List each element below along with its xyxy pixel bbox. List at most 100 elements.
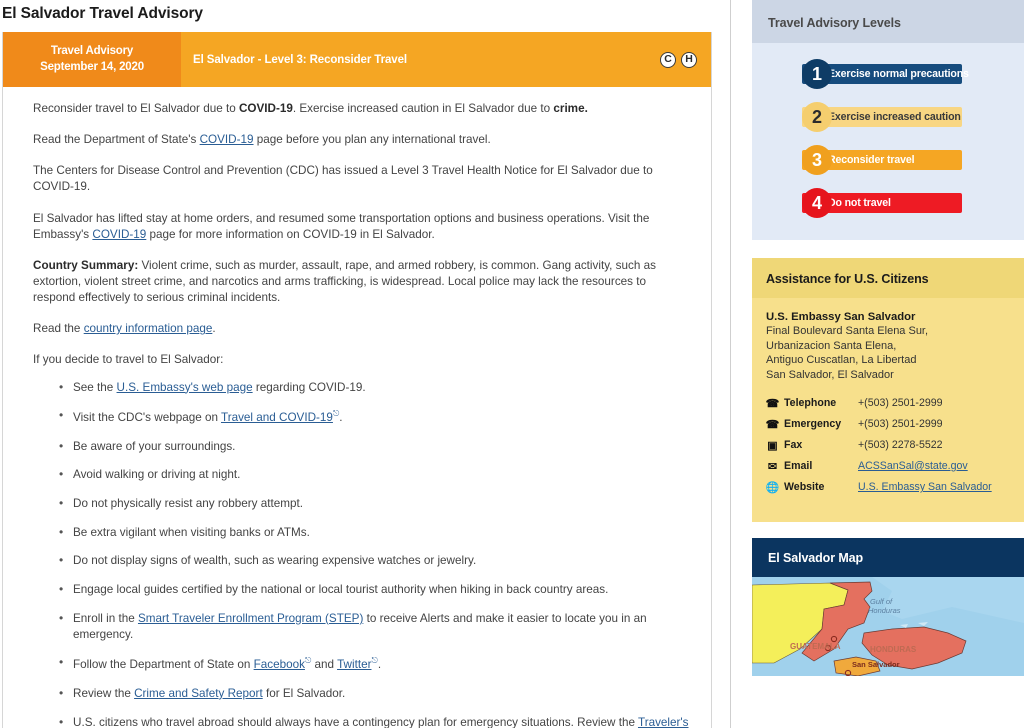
contact-value: +(503) 2501-2999 — [858, 397, 943, 409]
p6-text-b: . — [212, 322, 216, 336]
list-item: Be aware of your surroundings. — [59, 438, 689, 455]
travel-advisory-page: El Salvador Travel Advisory Travel Advis… — [0, 0, 1024, 728]
advisory-banner-title: El Salvador - Level 3: Reconsider Travel — [193, 53, 407, 66]
level-badge-4: 4 — [802, 188, 832, 218]
svg-text:Honduras: Honduras — [868, 606, 901, 615]
list-item: Enroll in the Smart Traveler Enrollment … — [59, 610, 689, 643]
map-heading: El Salvador Map — [752, 537, 1024, 577]
contact-label: ☎ Emergency — [766, 418, 858, 431]
bullet-post: for El Salvador. — [262, 686, 346, 700]
link-covid19-embassy[interactable]: COVID-19 — [92, 228, 146, 241]
level-badge-2: 2 — [802, 102, 832, 132]
list-item: See the U.S. Embassy's web page regardin… — [59, 379, 689, 396]
link-embassy-website[interactable]: U.S. Embassy San Salvador — [858, 481, 992, 493]
contact-label: ☎ Telephone — [766, 397, 858, 410]
paragraph-country-summary: Country Summary: Violent crime, such as … — [33, 258, 689, 306]
map-graphic: Gulf of Honduras GUATEMALA HONDURAS San … — [752, 576, 1024, 676]
link-us-embassy-web-page[interactable]: U.S. Embassy's web page — [117, 381, 253, 394]
paragraph-summary-line: Reconsider travel to El Salvador due to … — [33, 101, 689, 117]
bullet-post: regarding COVID-19. — [252, 380, 366, 394]
link-embassy-email[interactable]: ACSSanSal@state.gov — [858, 460, 968, 472]
p1-covid-bold: COVID-19 — [238, 102, 293, 115]
bullet-pre: Enroll in the — [73, 611, 138, 625]
map-label-gulf: Gulf of — [870, 597, 893, 606]
level-label-2: Exercise increased caution — [828, 111, 961, 123]
advisory-kicker: Travel Advisory — [50, 44, 134, 57]
bullet-pre: Visit the CDC's webpage on — [73, 411, 221, 425]
list-item: Follow the Department of State on Facebo… — [59, 654, 689, 673]
level-row-1[interactable]: Exercise normal precautions 1 — [766, 59, 1010, 89]
list-item: U.S. citizens who travel abroad should a… — [59, 714, 689, 728]
map-label-capital: San Salvador — [852, 660, 900, 669]
level-row-3[interactable]: Reconsider travel 3 — [766, 145, 1010, 175]
p1-text-a: Reconsider travel to El Salvador due to — [33, 102, 239, 115]
list-item: Visit the CDC's webpage on Travel and CO… — [59, 407, 689, 426]
paragraph-country-info: Read the country information page. — [33, 321, 689, 337]
map-label-guatemala: GUATEMALA — [790, 642, 841, 651]
travel-advisory-levels-card: Travel Advisory Levels Exercise normal p… — [752, 0, 1024, 240]
contact-label-text: Website — [784, 481, 825, 493]
embassy-name: U.S. Embassy San Salvador — [766, 311, 916, 323]
link-country-information-page[interactable]: country information page — [84, 322, 213, 335]
map-card: El Salvador Map Gulf of Honduras GUATEMA… — [752, 537, 1024, 676]
list-item: Do not display signs of wealth, such as … — [59, 552, 689, 569]
levels-heading: Travel Advisory Levels — [752, 0, 1024, 43]
advisory-bullet-list: See the U.S. Embassy's web page regardin… — [33, 379, 689, 728]
map-image[interactable]: Gulf of Honduras GUATEMALA HONDURAS San … — [752, 576, 1024, 676]
p1-text-c: . Exercise increased caution in El Salva… — [292, 102, 554, 115]
p4-text-b: page for more information on COVID-19 in… — [146, 227, 435, 241]
link-crime-and-safety-report[interactable]: Crime and Safety Report — [134, 687, 263, 700]
level-label-1: Exercise normal precautions — [828, 68, 969, 80]
p1-crime-bold: crime. — [553, 102, 588, 115]
level-row-4[interactable]: Do not travel 4 — [766, 188, 1010, 218]
advisory-card: Travel Advisory September 14, 2020 El Sa… — [2, 32, 712, 728]
level-badge-1: 1 — [802, 59, 832, 89]
contact-value: ACSSanSal@state.gov — [858, 460, 968, 472]
address-line: San Salvador, El Salvador — [766, 368, 894, 381]
advisory-banner-date-block: Travel Advisory September 14, 2020 — [3, 32, 181, 87]
contact-value: +(503) 2278-5522 — [858, 439, 943, 451]
contact-value: U.S. Embassy San Salvador — [858, 481, 992, 493]
contact-label-text: Email — [784, 460, 813, 472]
address-line: Final Boulevard Santa Elena Sur, — [766, 325, 929, 337]
bullet-mid: and — [311, 658, 338, 672]
contact-row-fax: ▣ Fax +(503) 2278-5522 — [766, 439, 1010, 452]
envelope-icon: ✉ — [767, 460, 778, 473]
advisory-banner-icons: C H — [660, 32, 711, 87]
contact-row-email: ✉ Email ACSSanSal@state.gov — [766, 460, 1010, 473]
list-item: Review the Crime and Safety Report for E… — [59, 685, 689, 702]
contact-row-website: 🌐 Website U.S. Embassy San Salvador — [766, 481, 1010, 494]
list-item: Engage local guides certified by the nat… — [59, 581, 689, 598]
contact-label-text: Emergency — [784, 418, 842, 430]
contact-row-emergency: ☎ Emergency +(503) 2501-2999 — [766, 418, 1010, 431]
h-circle-icon[interactable]: H — [681, 51, 697, 68]
bullet-pre: See the — [73, 380, 117, 394]
phone-icon: ☎ — [765, 397, 780, 410]
fax-icon: ▣ — [767, 439, 778, 452]
paragraph-cdc-notice: The Centers for Disease Control and Prev… — [33, 164, 653, 194]
list-item: Be extra vigilant when visiting banks or… — [59, 524, 689, 541]
link-travel-and-covid19[interactable]: Travel and COVID-19 — [221, 411, 333, 424]
link-facebook[interactable]: Facebook — [254, 658, 305, 671]
contact-table: ☎ Telephone +(503) 2501-2999 ☎ Emergency… — [766, 397, 1010, 494]
contact-label: ▣ Fax — [766, 439, 858, 452]
bullet-post: . — [377, 658, 382, 672]
assistance-body: U.S. Embassy San Salvador Final Boulevar… — [752, 298, 1024, 522]
bullet-pre: Follow the Department of State on — [73, 658, 254, 672]
link-covid19-dos[interactable]: COVID-19 — [200, 133, 254, 146]
contact-label-text: Fax — [784, 439, 803, 451]
p6-text-a: Read the — [33, 322, 84, 336]
contact-label-text: Telephone — [784, 397, 837, 409]
list-item: Avoid walking or driving at night. — [59, 466, 689, 483]
assistance-card: Assistance for U.S. Citizens U.S. Embass… — [752, 258, 1024, 522]
link-step-program[interactable]: Smart Traveler Enrollment Program (STEP) — [138, 612, 363, 625]
p2-text-b: page before you plan any international t… — [253, 133, 491, 147]
c-circle-icon[interactable]: C — [660, 51, 676, 68]
link-twitter[interactable]: Twitter — [337, 658, 371, 671]
address-line: Antiguo Cuscatlan, La Libertad — [766, 354, 917, 367]
level-label-4: Do not travel — [828, 197, 891, 209]
contact-label: 🌐 Website — [766, 481, 858, 494]
p2-text-a: Read the Department of State's — [33, 133, 200, 147]
level-row-2[interactable]: Exercise increased caution 2 — [766, 102, 1010, 132]
list-item: Do not physically resist any robbery att… — [59, 495, 689, 512]
